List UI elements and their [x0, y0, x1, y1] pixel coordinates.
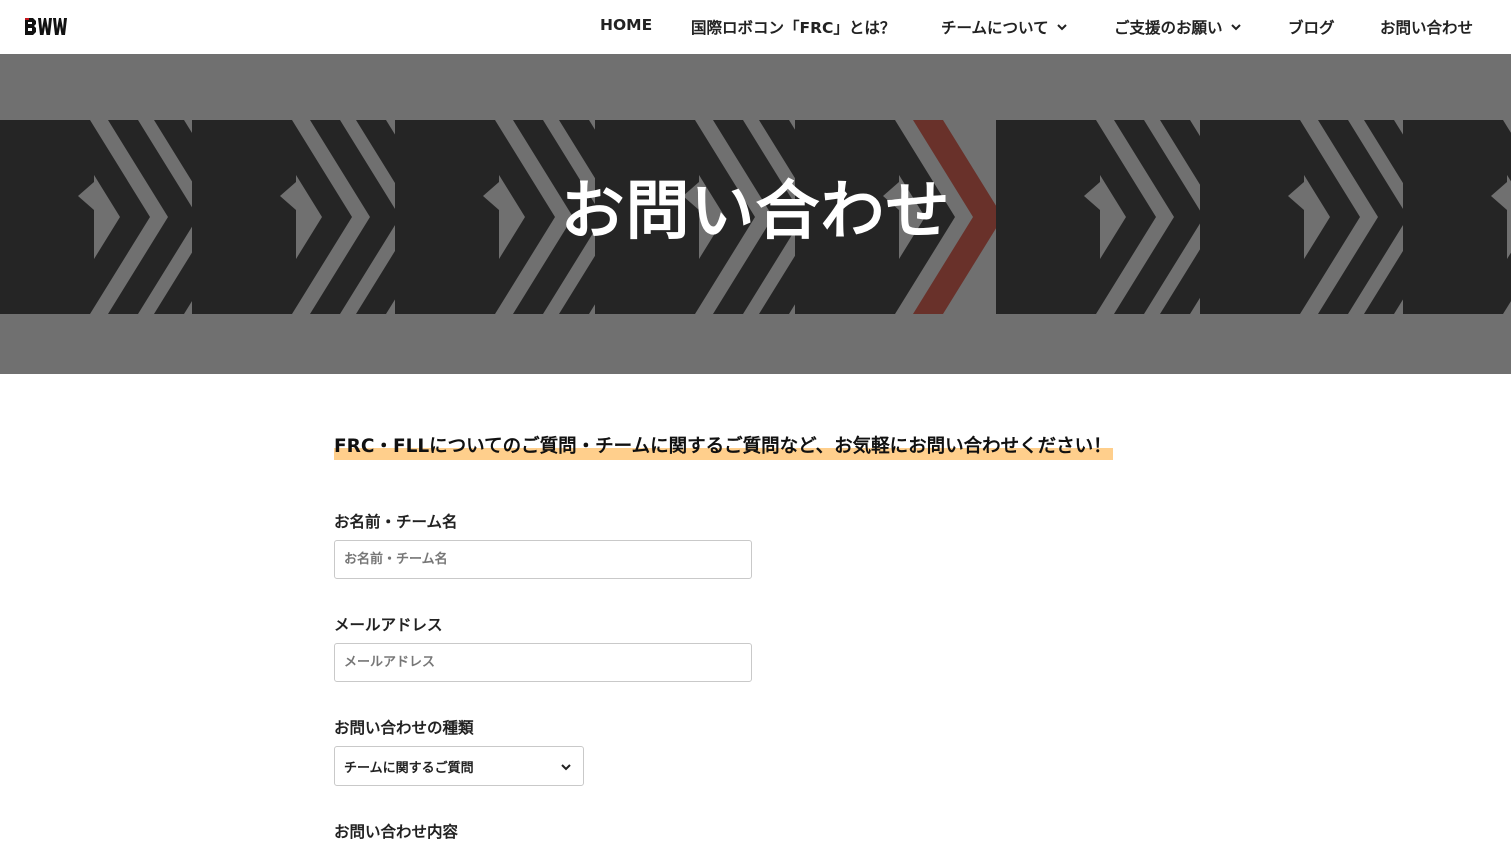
nav-contact-label: お問い合わせ	[1380, 19, 1474, 37]
nav-support-label: ご支援のお願い	[1114, 19, 1223, 37]
site-header: HOME 国際ロボコン「FRC」とは？ チームについて ご支援のお願い ブログ …	[0, 0, 1511, 54]
email-field-label: メールアドレス	[334, 616, 443, 634]
message-field-label: お問い合わせ内容	[334, 823, 459, 841]
inquiry-type-label: お問い合わせの種類	[334, 719, 474, 737]
email-input[interactable]	[334, 643, 752, 682]
nav-blog[interactable]: ブログ	[1288, 16, 1335, 38]
name-field-label: お名前・チーム名	[334, 513, 458, 531]
nav-about-frc-label: 国際ロボコン「FRC」とは？	[691, 19, 896, 37]
nav-home-label: HOME	[600, 16, 653, 34]
nav-blog-label: ブログ	[1288, 19, 1335, 37]
chevron-down-icon	[1230, 24, 1241, 31]
chevron-down-icon	[561, 764, 571, 771]
inquiry-type-select[interactable]: チームに関するご質問	[334, 746, 584, 786]
page-title: お問い合わせ	[560, 175, 951, 249]
hero-banner: お問い合わせ	[0, 54, 1511, 374]
name-input[interactable]	[334, 540, 752, 579]
nav-support[interactable]: ご支援のお願い	[1114, 16, 1241, 38]
nav-about-frc[interactable]: 国際ロボコン「FRC」とは？	[691, 16, 895, 38]
nav-contact[interactable]: お問い合わせ	[1380, 16, 1473, 38]
nav-about-team-label: チームについて	[941, 19, 1049, 37]
lead-text: FRC・FLLについてのご質問・チームに関するご質問など、お気軽にお問い合わせく…	[334, 432, 1113, 460]
inquiry-type-selected-value: チームに関するご質問	[344, 760, 474, 776]
chevron-down-icon	[1056, 24, 1067, 31]
nav-home[interactable]: HOME	[600, 16, 652, 34]
nav-about-team[interactable]: チームについて	[941, 16, 1067, 38]
site-logo[interactable]	[24, 15, 68, 37]
